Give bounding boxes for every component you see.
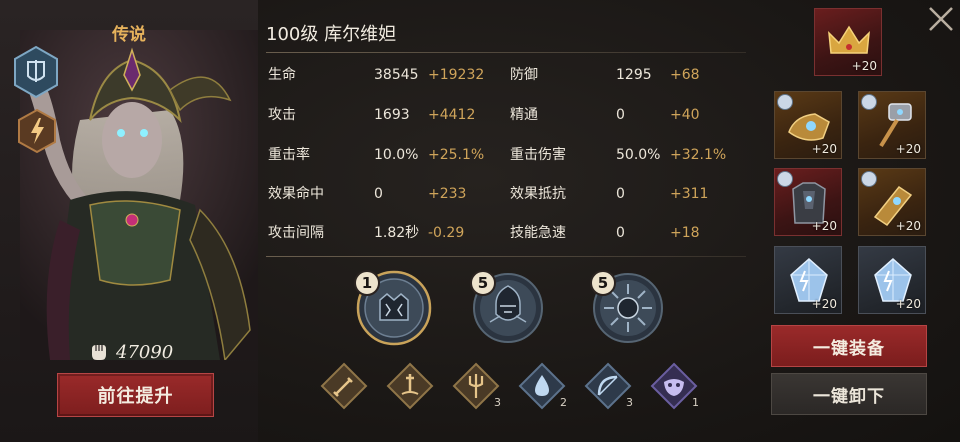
stat-label: 重击率 bbox=[268, 147, 310, 163]
equip-level: +20 bbox=[811, 142, 837, 156]
equip-slot-gem-2[interactable]: +20 bbox=[858, 246, 926, 314]
stat-label: 效果命中 bbox=[268, 186, 324, 202]
hero-name-level: 100级 库尔维妲 bbox=[266, 24, 397, 45]
stat-row: 效果抵抗 0 +311 bbox=[510, 183, 750, 205]
stat-bonus: +68 bbox=[670, 67, 700, 83]
set-tag-icon bbox=[777, 171, 793, 187]
stat-bonus: +40 bbox=[670, 107, 700, 123]
stat-row: 精通 0 +40 bbox=[510, 104, 750, 126]
skill-count: 1 bbox=[692, 396, 699, 409]
stat-value: 1295 bbox=[616, 67, 652, 83]
stat-label: 攻击 bbox=[268, 107, 296, 123]
skill-count: 3 bbox=[494, 396, 501, 409]
stat-value: 38545 bbox=[374, 67, 419, 83]
stat-value: 1693 bbox=[374, 107, 410, 123]
medallion-level-badge: 5 bbox=[470, 270, 496, 296]
stat-bonus: +19232 bbox=[428, 67, 485, 83]
equip-level: +20 bbox=[811, 297, 837, 311]
close-icon[interactable] bbox=[926, 4, 956, 34]
bow-icon[interactable] bbox=[584, 362, 632, 410]
stat-row: 技能急速 0 +18 bbox=[510, 222, 750, 244]
stat-label: 技能急速 bbox=[510, 225, 566, 241]
stat-row: 攻击间隔 1.82秒 -0.29 bbox=[268, 222, 508, 244]
shield-sword-icon[interactable] bbox=[13, 45, 59, 99]
mask-icon[interactable] bbox=[650, 362, 698, 410]
stat-value: 10.0% bbox=[374, 147, 419, 163]
equip-slot-hammer[interactable]: +20 bbox=[858, 91, 926, 159]
stat-bonus: +4412 bbox=[428, 107, 476, 123]
stat-row: 攻击 1693 +4412 bbox=[268, 104, 508, 126]
equip-level: +20 bbox=[811, 219, 837, 233]
stat-value: 50.0% bbox=[616, 147, 661, 163]
water-drop-icon[interactable] bbox=[518, 362, 566, 410]
set-tag-icon bbox=[861, 171, 877, 187]
stat-bonus: +32.1% bbox=[670, 147, 727, 163]
equip-level: +20 bbox=[895, 297, 921, 311]
set-tag-icon bbox=[777, 94, 793, 110]
equip-slot-armor[interactable]: +20 bbox=[774, 168, 842, 236]
stat-bonus: -0.29 bbox=[428, 225, 465, 241]
stat-value: 0 bbox=[616, 225, 625, 241]
fist-icon bbox=[92, 345, 106, 360]
stat-value: 1.82秒 bbox=[374, 225, 420, 241]
stat-label: 效果抵抗 bbox=[510, 186, 566, 202]
stat-value: 0 bbox=[374, 186, 383, 202]
skill-count: 3 bbox=[626, 396, 633, 409]
stat-label: 精通 bbox=[510, 107, 538, 123]
lightning-icon[interactable] bbox=[17, 108, 57, 154]
equip-all-button[interactable]: 一键装备 bbox=[771, 325, 927, 367]
equip-slot-gem-1[interactable]: +20 bbox=[774, 246, 842, 314]
stat-bonus: +311 bbox=[670, 186, 709, 202]
power-display: 47090 bbox=[88, 340, 173, 364]
stat-value: 0 bbox=[616, 107, 625, 123]
stat-label: 生命 bbox=[268, 67, 296, 83]
stat-label: 重击伤害 bbox=[510, 147, 566, 163]
stat-label: 防御 bbox=[510, 67, 538, 83]
stat-value: 0 bbox=[616, 186, 625, 202]
equip-slot-crown[interactable]: +20 bbox=[814, 8, 882, 76]
medallion-level-badge: 1 bbox=[354, 270, 380, 296]
sword-in-stone-icon[interactable] bbox=[386, 362, 434, 410]
stat-row: 防御 1295 +68 bbox=[510, 64, 750, 86]
stat-row: 效果命中 0 +233 bbox=[268, 183, 508, 205]
trident-icon[interactable] bbox=[452, 362, 500, 410]
equip-level: +20 bbox=[895, 142, 921, 156]
stat-row: 重击伤害 50.0% +32.1% bbox=[510, 144, 750, 166]
hero-detail-screen: 传说 47090 前往提升 100级 库尔维妲 生命 38545 +19232 … bbox=[0, 0, 960, 442]
rarity-label: 传说 bbox=[112, 25, 146, 45]
unequip-all-button[interactable]: 一键卸下 bbox=[771, 373, 927, 415]
stat-row: 生命 38545 +19232 bbox=[268, 64, 508, 86]
stat-bonus: +25.1% bbox=[428, 147, 485, 163]
stat-label: 攻击间隔 bbox=[268, 225, 324, 241]
skill-count: 2 bbox=[560, 396, 567, 409]
stats-divider bbox=[266, 256, 746, 257]
go-upgrade-button[interactable]: 前往提升 bbox=[57, 373, 214, 417]
title-divider bbox=[266, 52, 746, 53]
equip-slot-gauntlet[interactable]: +20 bbox=[774, 91, 842, 159]
stat-row: 重击率 10.0% +25.1% bbox=[268, 144, 508, 166]
sword-icon[interactable] bbox=[320, 362, 368, 410]
stat-bonus: +233 bbox=[428, 186, 467, 202]
equip-level: +20 bbox=[895, 219, 921, 233]
hero-portrait-panel: 传说 47090 前往提升 bbox=[0, 0, 258, 442]
equip-level: +20 bbox=[851, 59, 877, 73]
power-value: 47090 bbox=[116, 341, 174, 363]
stat-bonus: +18 bbox=[670, 225, 700, 241]
set-tag-icon bbox=[861, 94, 877, 110]
medallion-level-badge: 5 bbox=[590, 270, 616, 296]
equip-slot-bracer[interactable]: +20 bbox=[858, 168, 926, 236]
